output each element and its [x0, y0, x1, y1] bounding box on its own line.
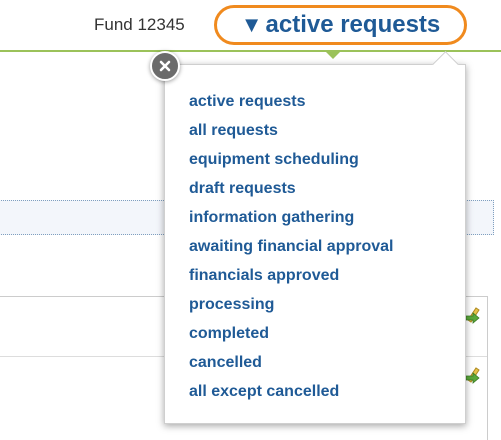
status-option-completed[interactable]: completed	[189, 324, 394, 353]
status-filter-menu: active requests all requests equipment s…	[164, 64, 466, 424]
status-option-active-requests[interactable]: active requests	[189, 92, 394, 121]
status-option-all-except-cancelled[interactable]: all except cancelled	[189, 382, 394, 411]
close-icon	[159, 60, 171, 72]
status-option-processing[interactable]: processing	[189, 295, 394, 324]
status-option-information-gathering[interactable]: information gathering	[189, 208, 394, 237]
status-option-awaiting-financial-approval[interactable]: awaiting financial approval	[189, 237, 394, 266]
status-option-equipment-scheduling[interactable]: equipment scheduling	[189, 150, 394, 179]
status-option-all-requests[interactable]: all requests	[189, 121, 394, 150]
table-border-right	[487, 296, 488, 440]
close-menu-button[interactable]	[150, 51, 180, 81]
status-option-cancelled[interactable]: cancelled	[189, 353, 394, 382]
fund-label: Fund 12345	[94, 15, 185, 34]
status-option-draft-requests[interactable]: draft requests	[189, 179, 394, 208]
edit-icon[interactable]	[464, 364, 482, 384]
edit-icon[interactable]	[464, 304, 482, 324]
status-filter-label: active requests	[265, 11, 441, 38]
header-divider	[0, 50, 501, 52]
caret-down-icon: ▼	[240, 12, 263, 37]
status-filter-dropdown[interactable]: ▼ active requests	[214, 5, 467, 45]
header-notch	[325, 51, 341, 59]
status-option-list: active requests all requests equipment s…	[189, 92, 394, 411]
status-option-financials-approved[interactable]: financials approved	[189, 266, 394, 295]
menu-pointer-cover	[430, 65, 460, 77]
